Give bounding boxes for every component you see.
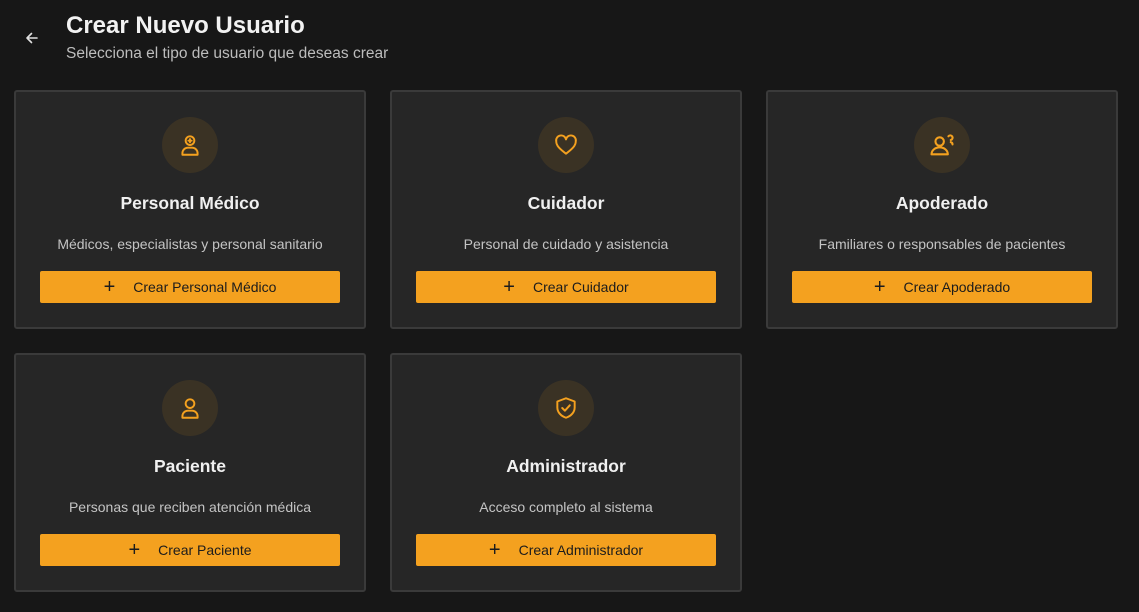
icon-container	[538, 117, 594, 173]
page-subtitle: Selecciona el tipo de usuario que deseas…	[66, 45, 389, 62]
icon-container	[162, 380, 218, 436]
icon-container	[162, 117, 218, 173]
card-title: Apoderado	[895, 193, 989, 213]
card-title: Personal Médico	[120, 193, 260, 213]
plus-icon: +	[103, 276, 116, 298]
button-label: Crear Personal Médico	[133, 279, 277, 295]
card-description: Acceso completo al sistema	[479, 499, 653, 515]
card-title: Administrador	[506, 456, 626, 476]
back-button[interactable]	[18, 24, 46, 52]
card-description: Familiares o responsables de pacientes	[818, 236, 1066, 252]
medical-staff-icon	[181, 135, 199, 156]
plus-icon: +	[488, 539, 501, 561]
create-patient-button[interactable]: + Crear Paciente	[40, 534, 340, 566]
card-guardian: Apoderado Familiares o responsables de p…	[766, 90, 1118, 329]
card-title: Cuidador	[527, 193, 605, 213]
plus-icon: +	[503, 276, 515, 298]
arrow-left-icon	[26, 32, 38, 44]
create-admin-button[interactable]: + Crear Administrador	[416, 534, 716, 566]
page-title: Crear Nuevo Usuario	[66, 12, 305, 39]
card-admin: Administrador Acceso completo al sistema…	[390, 353, 742, 592]
card-title: Paciente	[154, 456, 226, 476]
button-label: Crear Administrador	[518, 542, 644, 558]
icon-container	[914, 117, 970, 173]
user-icon	[181, 398, 199, 419]
card-caregiver: Cuidador Personal de cuidado y asistenci…	[390, 90, 742, 329]
plus-icon: +	[128, 539, 141, 561]
card-patient: Paciente Personas que reciben atención m…	[14, 353, 366, 592]
card-medical-staff: Personal Médico Médicos, especialistas y…	[14, 90, 366, 329]
create-caregiver-button[interactable]: + Crear Cuidador	[416, 271, 716, 303]
card-description: Médicos, especialistas y personal sanita…	[57, 236, 323, 252]
heart-icon	[555, 134, 577, 155]
card-description: Personas que reciben atención médica	[68, 499, 312, 515]
plus-icon: +	[873, 276, 886, 298]
button-label: Crear Paciente	[158, 542, 252, 558]
create-guardian-button[interactable]: + Crear Apoderado	[792, 271, 1092, 303]
page-header: Crear Nuevo Usuario Selecciona el tipo d…	[0, 0, 1139, 80]
icon-container	[538, 380, 594, 436]
shield-check-icon	[556, 397, 576, 419]
guardian-icon	[930, 134, 954, 156]
card-description: Personal de cuidado y asistencia	[463, 236, 669, 252]
create-medical-staff-button[interactable]: + Crear Personal Médico	[40, 271, 340, 303]
button-label: Crear Apoderado	[903, 279, 1011, 295]
button-label: Crear Cuidador	[532, 279, 629, 295]
